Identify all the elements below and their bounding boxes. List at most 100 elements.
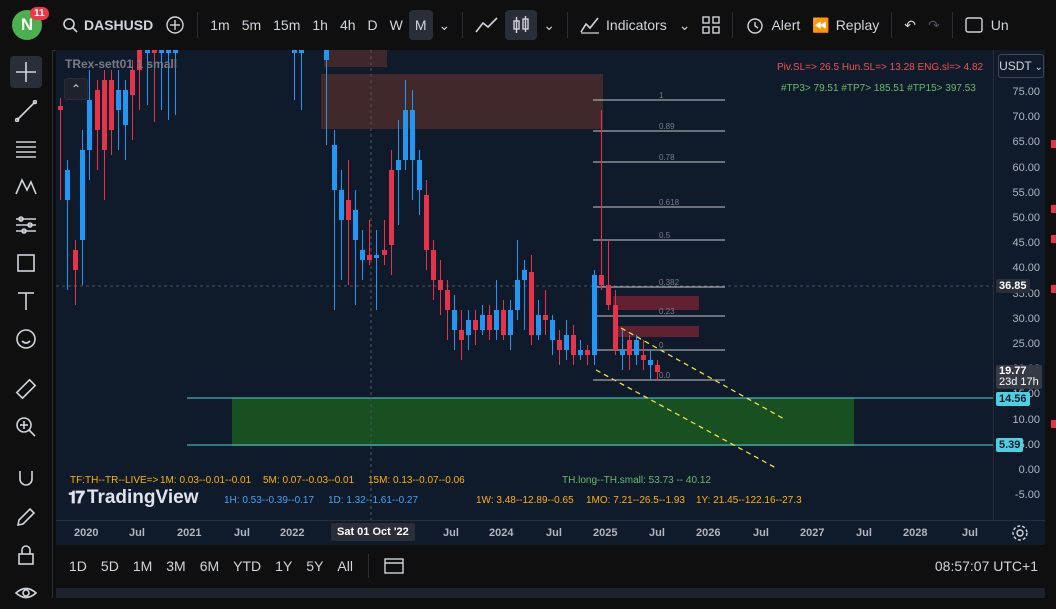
forecast-tool[interactable]	[10, 209, 42, 241]
range-1y[interactable]: 1Y	[268, 558, 299, 574]
clock[interactable]: 08:57:07 UTC+1	[928, 558, 1045, 574]
chart-pane[interactable]: 1 0.89 0.78 0.618 0.5 0.382 0.23 0 0.0 TRex-sett…	[56, 50, 993, 520]
range-1m[interactable]: 1M	[126, 558, 159, 574]
time-axis[interactable]: 2020 Jul 2021 Jul 2022 Jul 2024 Jul 2025 Jul 2026 J…	[56, 520, 1045, 545]
range-all[interactable]: All	[330, 558, 360, 574]
rewind-icon: ⏪	[812, 16, 830, 33]
range-6m[interactable]: 6M	[193, 558, 226, 574]
pattern-tool[interactable]	[10, 171, 42, 203]
go-to-date-button[interactable]	[377, 556, 411, 577]
indicators-button[interactable]: Indicators	[574, 10, 673, 40]
candle-body	[627, 340, 632, 355]
chart-type-dropdown[interactable]: ⌄	[537, 10, 561, 40]
currency-label: USDT	[999, 59, 1032, 73]
collapse-legend-button[interactable]: ⌃	[64, 78, 88, 100]
time-tick: 2028	[903, 527, 928, 539]
time-tick: Jul	[753, 527, 769, 539]
tv-logo-text: TradingView	[86, 487, 199, 508]
fib-tool[interactable]	[10, 133, 42, 165]
text-tool[interactable]	[10, 285, 42, 317]
level-label-top: 14.56	[996, 392, 1030, 406]
live-label: TF:TH--TR--LIVE=>	[70, 475, 159, 486]
top-toolbar: N 11 DASHUSD 1m 5m 15m 1h 4h D W M ⌄ ⌄ I…	[0, 0, 1056, 51]
candle-body	[543, 315, 548, 320]
candle-chart-button[interactable]	[505, 10, 538, 40]
candle-body	[564, 335, 569, 350]
symbol-label: DASHUSD	[84, 17, 154, 33]
redo-button[interactable]: ↷	[922, 10, 946, 40]
candle-body	[87, 100, 92, 150]
layouts-button[interactable]	[696, 10, 726, 40]
search-icon	[63, 18, 78, 33]
alert-button[interactable]: Alert	[739, 10, 806, 40]
candle-body	[480, 315, 485, 330]
shapes-tool[interactable]	[10, 247, 42, 279]
candle-body	[403, 110, 408, 160]
range-5y[interactable]: 5Y	[299, 558, 330, 574]
hide-drawings-tool[interactable]	[10, 577, 42, 609]
interval-5m[interactable]: 5m	[236, 10, 267, 40]
fullscreen-button[interactable]: Un	[959, 10, 1015, 40]
candle-body	[557, 340, 562, 350]
candle-body	[166, 50, 171, 53]
fib-level-label: 0.89	[659, 122, 675, 131]
emoji-tool[interactable]	[10, 323, 42, 355]
range-1d[interactable]: 1D	[62, 558, 94, 574]
chevron-down-icon: ⌄	[438, 16, 451, 33]
replay-button[interactable]: ⏪ Replay	[806, 10, 885, 40]
crosshair-tool[interactable]	[10, 56, 42, 88]
candle-body	[578, 350, 583, 355]
lock-tool[interactable]	[10, 539, 42, 571]
notification-badge: 11	[30, 7, 49, 20]
stop-loss-info: Piv.SL=> 26.5 Hun.SL=> 13.28 ENG.sl=> 4.…	[777, 62, 984, 73]
candle-body	[65, 170, 70, 200]
interval-d[interactable]: D	[362, 10, 384, 40]
candle-body	[494, 310, 499, 330]
magnet-tool[interactable]	[10, 463, 42, 495]
stay-drawing-tool[interactable]	[10, 501, 42, 533]
measure-tool[interactable]	[10, 373, 42, 405]
candle-body	[431, 250, 436, 280]
crosshair-date-label: Sat 01 Oct '22	[331, 523, 415, 541]
range-ytd[interactable]: YTD	[226, 558, 268, 574]
undo-button[interactable]: ↶	[898, 10, 922, 40]
range-3m[interactable]: 3M	[159, 558, 192, 574]
m1-values: 1M: 0.03--0.01--0.01	[160, 475, 252, 486]
compare-button[interactable]	[159, 10, 191, 40]
candle-body	[599, 275, 604, 285]
indicators-dropdown[interactable]: ⌄	[673, 10, 697, 40]
interval-15m[interactable]: 15m	[267, 10, 306, 40]
interval-4h[interactable]: 4h	[334, 10, 362, 40]
chevron-up-icon: ⌃	[70, 82, 82, 96]
zoom-tool[interactable]	[10, 411, 42, 443]
indicators-icon	[580, 17, 600, 34]
mo1-values: 1MO: 7.21--26.5--1.93	[586, 495, 685, 506]
candle-body	[58, 106, 63, 110]
trendline-tool[interactable]	[10, 95, 42, 127]
time-tick: 2027	[800, 527, 825, 539]
currency-selector[interactable]: USDT ⌄	[998, 54, 1044, 78]
chart-settings-button[interactable]	[1011, 524, 1029, 547]
range-5d[interactable]: 5D	[94, 558, 126, 574]
symbol-search[interactable]: DASHUSD	[56, 10, 159, 40]
interval-1h[interactable]: 1h	[306, 10, 334, 40]
line-chart-button[interactable]	[469, 10, 505, 40]
indicators-label: Indicators	[606, 17, 667, 33]
interval-m[interactable]: M	[408, 10, 433, 40]
candle-body	[438, 280, 443, 290]
price-axis[interactable]: USDT ⌄ 75.00 70.00 65.00 60.00 55.00 50.00 45.…	[993, 50, 1046, 520]
price-chart-canvas[interactable]: 1 0.89 0.78 0.618 0.5 0.382 0.23 0 0.0	[56, 50, 993, 520]
trendline-icon	[15, 100, 37, 122]
chevron-down-icon: ⌄	[678, 16, 691, 33]
fib-level-label: 1	[659, 91, 664, 100]
interval-1m[interactable]: 1m	[204, 10, 235, 40]
candle-body	[529, 272, 534, 335]
fib-level-label: 0.0	[659, 371, 671, 380]
m15-values: 15M: 0.13--0.07--0.06	[368, 475, 465, 486]
price-tick: 40.00	[1012, 262, 1040, 275]
interval-dropdown[interactable]: ⌄	[433, 10, 457, 40]
legend-title[interactable]: TRex-sett01 1 small	[65, 57, 177, 71]
tradingview-logo[interactable]: 𝟏𝟕 TradingView	[68, 487, 198, 509]
interval-w[interactable]: W	[384, 10, 409, 40]
fib-level-label: 0.23	[659, 307, 675, 316]
